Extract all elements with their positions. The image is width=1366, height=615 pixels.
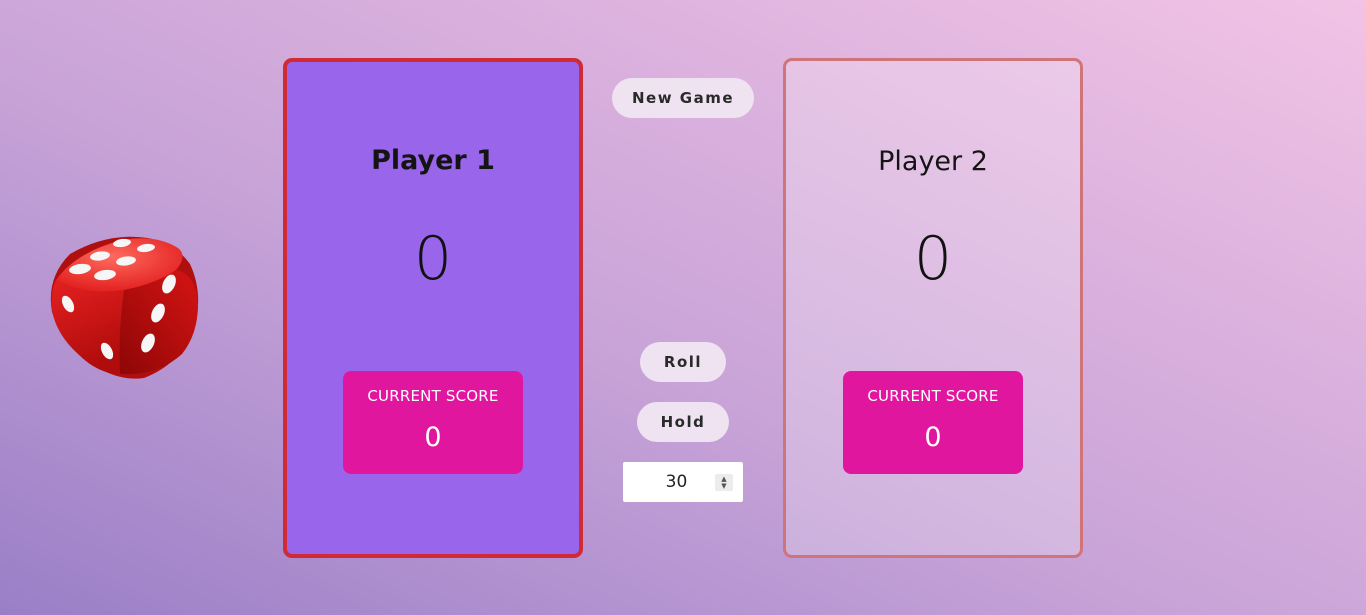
roll-button[interactable]: Roll [640,342,726,382]
player-1-panel: Player 1 0 CURRENT SCORE 0 [283,58,583,558]
player-2-total-score: 0 [913,224,953,294]
player-2-current-score-label: CURRENT SCORE [867,387,999,405]
player-1-current-score-label: CURRENT SCORE [367,387,499,405]
player-2-name: Player 2 [878,146,988,177]
player-2-panel: Player 2 0 CURRENT SCORE 0 [783,58,1083,558]
player-2-current-score-box: CURRENT SCORE 0 [843,371,1023,474]
spinner-down-icon[interactable]: ▼ [721,482,726,490]
dice-icon [50,236,199,379]
player-1-name: Player 1 [371,145,495,176]
target-score-value: 30 [665,472,688,492]
target-score-input[interactable]: 30 ▲ ▼ [623,462,743,502]
player-2-current-score: 0 [924,422,942,453]
hold-button[interactable]: Hold [637,402,729,442]
player-1-current-score: 0 [424,422,442,453]
player-1-total-score: 0 [413,224,453,294]
player-1-current-score-box: CURRENT SCORE 0 [343,371,523,474]
new-game-button[interactable]: New Game [612,78,754,118]
number-spinner[interactable]: ▲ ▼ [715,474,733,491]
